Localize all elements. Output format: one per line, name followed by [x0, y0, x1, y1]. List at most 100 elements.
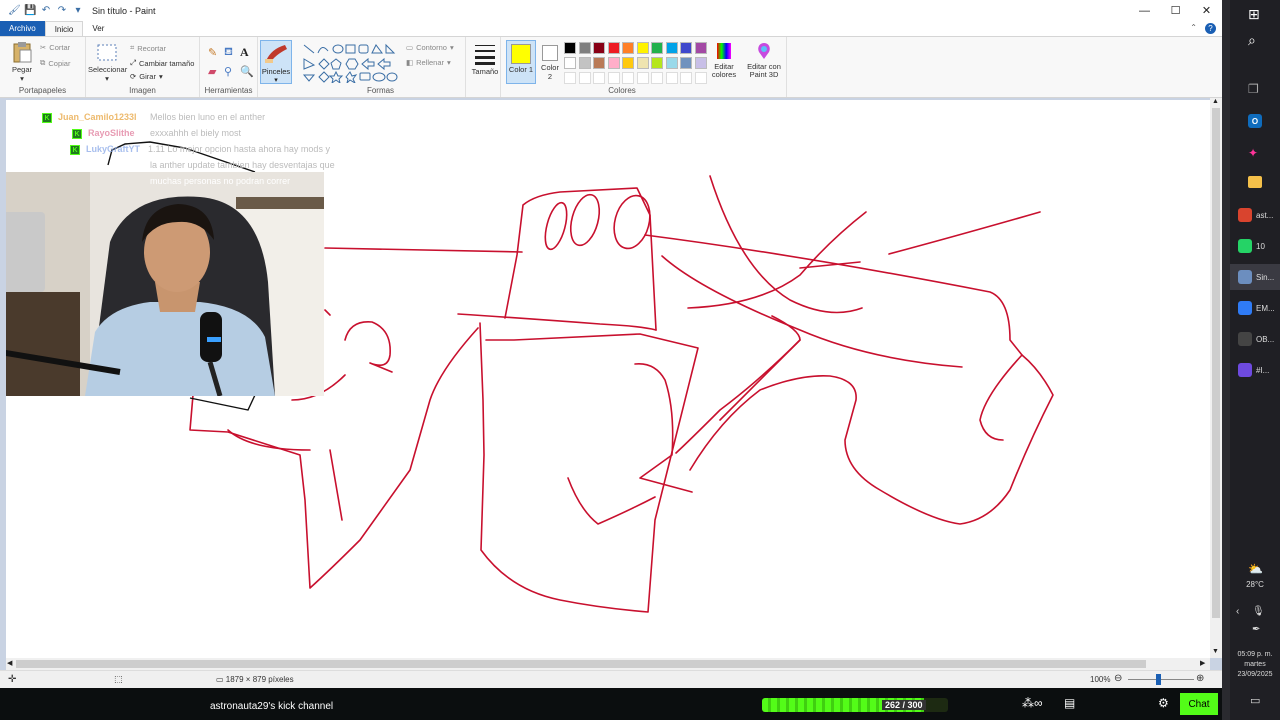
microphone-icon[interactable]: 🎙 [1252, 606, 1265, 617]
resize-button[interactable]: ⤢ Cambiar tamaño [130, 58, 194, 68]
share-icon[interactable]: ⁂∞ [1022, 696, 1043, 710]
shapes-gallery[interactable] [300, 41, 400, 83]
copilot-icon[interactable]: ✦ [1248, 146, 1258, 160]
custom-color-slot[interactable] [607, 72, 620, 84]
store-icon[interactable]: ▤ [1064, 696, 1075, 710]
palette-swatch[interactable] [694, 57, 707, 69]
close-button[interactable]: ✕ [1191, 0, 1222, 21]
palette-swatch[interactable] [564, 42, 576, 54]
edit-colors-button[interactable]: Editar colores [708, 41, 740, 80]
tab-file[interactable]: Archivo [0, 21, 45, 36]
undo-icon[interactable]: ↶ [40, 5, 52, 16]
eraser-icon[interactable]: ▰ [208, 65, 216, 78]
custom-color-slot[interactable] [578, 72, 591, 84]
palette-swatch[interactable] [665, 57, 678, 69]
taskbar-app-button[interactable]: #I... [1230, 357, 1280, 383]
custom-color-slot[interactable] [564, 72, 576, 84]
vertical-scrollbar[interactable]: ▲ ▼ [1210, 98, 1222, 658]
scroll-left-icon[interactable]: ◀ [7, 659, 12, 667]
palette-swatch[interactable] [593, 42, 605, 54]
custom-color-slot[interactable] [622, 72, 634, 84]
palette-swatch[interactable] [636, 57, 649, 69]
zoom-in-icon[interactable]: ⊕ [1196, 673, 1204, 684]
palette-swatch[interactable] [680, 42, 692, 54]
clock[interactable]: 05:09 p. m. martes 23/09/2025 [1230, 650, 1280, 680]
notifications-icon[interactable]: ▭ [1250, 694, 1260, 707]
copy-button[interactable]: ⧉ Copiar [40, 58, 70, 68]
cut-button[interactable]: ✂ Cortar [40, 43, 70, 52]
collapse-ribbon-icon[interactable]: ⌃ [1190, 23, 1197, 34]
palette-swatch[interactable] [622, 57, 634, 69]
horizontal-scrollbar[interactable]: ◀ ▶ [6, 658, 1210, 670]
maximize-button[interactable]: ☐ [1160, 0, 1191, 21]
drawing-canvas[interactable]: K Juan_Camilo1233l Mellos bien luno en el … [6, 100, 1210, 658]
brushes-button[interactable]: Pinceles ▾ [260, 40, 292, 84]
magnifier-icon[interactable]: 🔍 [240, 65, 254, 78]
zoom-out-icon[interactable]: ⊖ [1114, 673, 1122, 684]
fill-bucket-icon[interactable]: ⛾ [224, 46, 233, 60]
minimize-button[interactable]: — [1129, 0, 1160, 21]
palette-swatch[interactable] [564, 57, 576, 69]
show-hidden-icons-icon[interactable]: ‹ [1236, 606, 1239, 617]
palette-swatch[interactable] [578, 57, 591, 69]
color1-button[interactable]: Color 1 [506, 40, 536, 84]
color-picker-icon[interactable]: ⚲ [224, 65, 232, 78]
select-button[interactable]: Seleccionar ▾ [88, 43, 127, 83]
task-view-icon[interactable]: ❐ [1248, 82, 1259, 96]
chat-button[interactable]: Chat [1180, 693, 1218, 715]
taskbar-app-button[interactable]: 10 [1230, 233, 1280, 259]
pencil-icon[interactable]: ✎ [208, 46, 217, 59]
crop-button[interactable]: ⌗ Recortar [130, 43, 166, 53]
pen-icon[interactable]: ✒ [1252, 624, 1260, 635]
settings-gear-icon[interactable]: ⚙ [1158, 696, 1169, 710]
fill-button[interactable]: ◧ Rellenar ▾ [406, 58, 451, 67]
palette-swatch[interactable] [622, 42, 634, 54]
redo-icon[interactable]: ↷ [56, 5, 68, 16]
palette-swatch[interactable] [607, 57, 620, 69]
tab-home[interactable]: Inicio [44, 21, 84, 36]
palette-swatch[interactable] [593, 57, 605, 69]
custom-color-slot[interactable] [636, 72, 649, 84]
zoom-slider-thumb[interactable] [1156, 674, 1161, 685]
rotate-button[interactable]: ⟳ Girar ▾ [130, 72, 163, 81]
windows-start-icon[interactable]: ⊞ [1248, 6, 1260, 23]
scroll-right-icon[interactable]: ▶ [1200, 659, 1205, 667]
palette-swatch[interactable] [651, 57, 663, 69]
taskbar-app-button[interactable]: EM... [1230, 295, 1280, 321]
search-icon[interactable]: ⌕ [1248, 32, 1256, 49]
paste-button[interactable]: Pegar ▾ [8, 41, 36, 83]
custom-color-slot[interactable] [680, 72, 692, 84]
palette-swatch[interactable] [694, 42, 707, 54]
color2-button[interactable]: Color 2 [538, 41, 562, 81]
palette-swatch[interactable] [607, 42, 620, 54]
palette-swatch[interactable] [651, 42, 663, 54]
file-explorer-icon[interactable] [1248, 176, 1262, 188]
save-icon[interactable]: 💾 [24, 5, 36, 16]
tab-view[interactable]: Ver [83, 21, 113, 36]
palette-swatch[interactable] [680, 57, 692, 69]
customize-quick-access-icon[interactable]: ▾ [72, 5, 84, 16]
taskbar-app-button[interactable]: OB... [1230, 326, 1280, 352]
help-icon[interactable]: ? [1205, 23, 1216, 34]
vertical-scroll-thumb[interactable] [1212, 108, 1220, 618]
stream-chat-overlay: K Juan_Camilo1233l Mellos bien luno en el … [6, 100, 426, 210]
zoom-slider[interactable] [1128, 679, 1194, 680]
palette-swatch[interactable] [636, 42, 649, 54]
palette-swatch[interactable] [665, 42, 678, 54]
taskbar-app-button[interactable]: ast... [1230, 202, 1280, 228]
text-tool-icon[interactable]: A [240, 45, 249, 60]
cursor-position-icon: ✛ [8, 674, 17, 685]
horizontal-scroll-thumb[interactable] [16, 660, 1146, 668]
scroll-down-icon[interactable]: ▼ [1212, 648, 1219, 655]
custom-color-slot[interactable] [593, 72, 605, 84]
outline-button[interactable]: ▭ Contorno ▾ [406, 43, 454, 52]
palette-swatch[interactable] [578, 42, 591, 54]
edit-with-paint3d-button[interactable]: Editar con Paint 3D [744, 41, 784, 80]
scroll-up-icon[interactable]: ▲ [1212, 98, 1219, 105]
size-button[interactable]: Tamaño [470, 41, 500, 76]
custom-color-slot[interactable] [665, 72, 678, 84]
custom-color-slot[interactable] [651, 72, 663, 84]
outlook-icon[interactable]: O [1248, 114, 1262, 128]
custom-color-slot[interactable] [694, 72, 707, 84]
taskbar-app-button[interactable]: Sin... [1230, 264, 1280, 290]
